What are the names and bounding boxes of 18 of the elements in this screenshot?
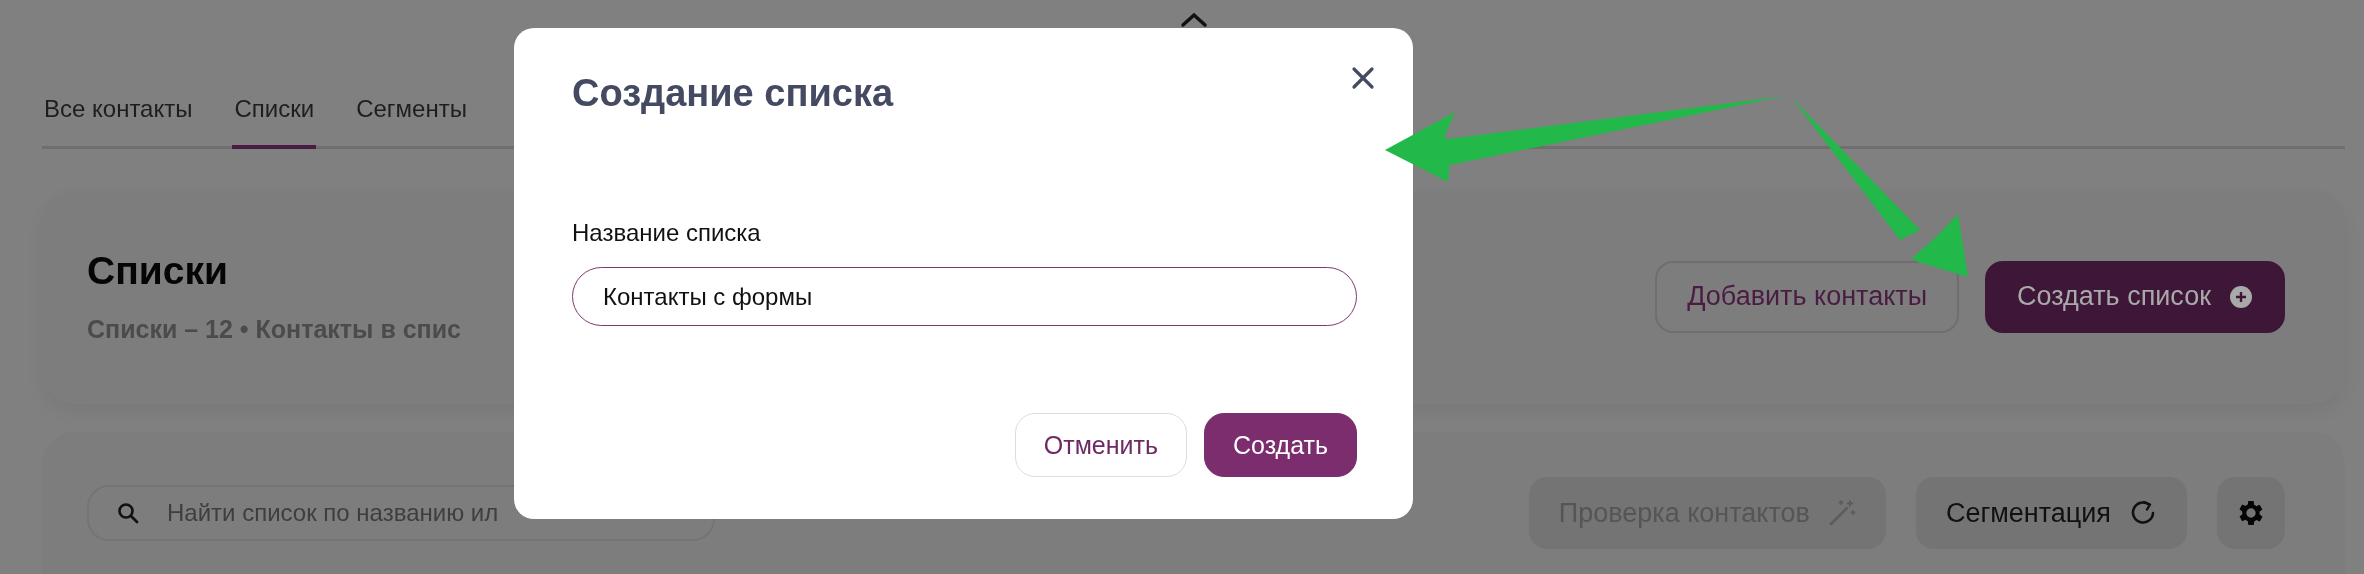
tab[interactable]: Списки xyxy=(232,95,317,149)
settings-button[interactable] xyxy=(2217,477,2285,549)
list-name-field[interactable]: Контакты с формы xyxy=(572,267,1357,326)
tab[interactable]: Все контакты xyxy=(42,95,195,149)
refresh-icon xyxy=(2129,499,2157,527)
chevron-up-icon xyxy=(1180,12,1208,28)
search-field[interactable]: Найти список по названию ил xyxy=(87,485,715,541)
segmentation-button[interactable]: Сегментация xyxy=(1915,477,2187,549)
dialog-title: Создание списка xyxy=(572,72,895,115)
tab[interactable]: Сегменты xyxy=(354,95,469,149)
create-list-button[interactable]: Создать список xyxy=(1985,260,2285,333)
page-title: Списки xyxy=(87,249,229,293)
plus-circle-icon xyxy=(2229,284,2253,309)
magic-wand-icon xyxy=(1827,499,1856,527)
cancel-button[interactable]: Отменить xyxy=(1014,413,1187,477)
create-button[interactable]: Создать xyxy=(1204,413,1357,477)
search-icon xyxy=(117,502,139,524)
field-label: Название списка xyxy=(572,219,762,247)
